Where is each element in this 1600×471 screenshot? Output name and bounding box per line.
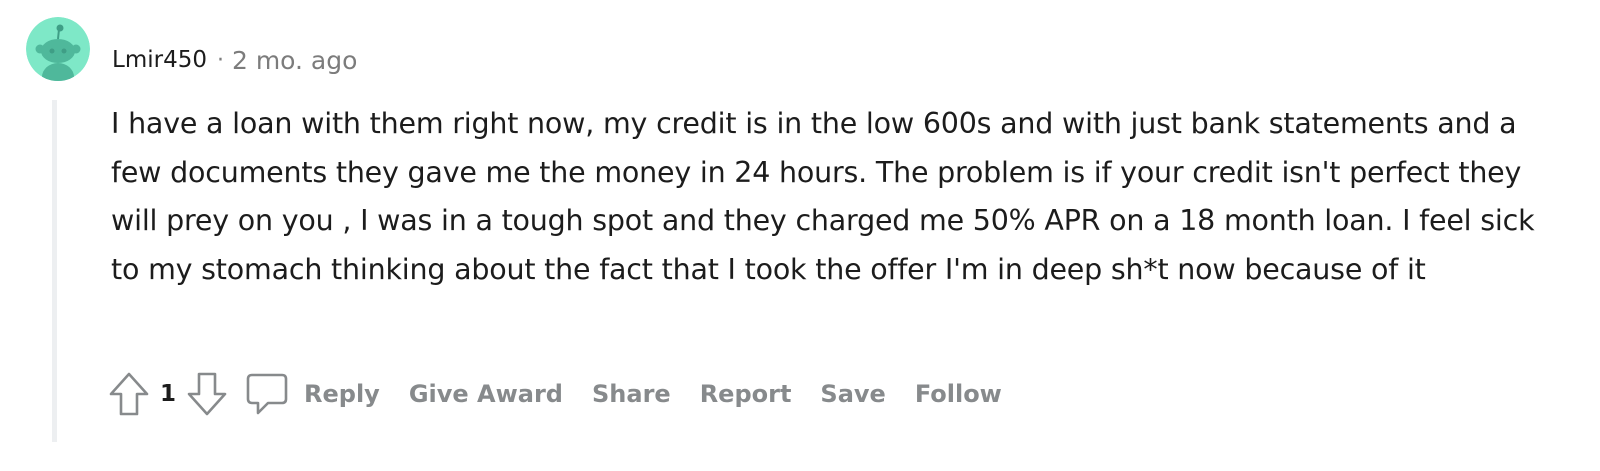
give-award-button[interactable]: Give Award: [409, 380, 563, 408]
upvote-arrow-icon: [109, 372, 149, 416]
comment-body-text: I have a loan with them right now, my cr…: [111, 107, 1535, 286]
reply-button[interactable]: Reply: [244, 371, 380, 417]
meta-separator: ·: [216, 47, 224, 73]
user-avatar[interactable]: [26, 17, 90, 81]
thread-collapse-line[interactable]: [52, 100, 57, 442]
comment: Lmir450 · 2 mo. ago I have a loan with t…: [0, 0, 1600, 471]
downvote-arrow-icon: [187, 372, 227, 416]
upvote-button[interactable]: [106, 370, 152, 418]
report-button[interactable]: Report: [700, 380, 792, 408]
comment-actions: 1 Reply Give Award Share Report Save Fol…: [106, 370, 1002, 418]
comment-author[interactable]: Lmir450: [112, 47, 207, 73]
downvote-button[interactable]: [184, 370, 230, 418]
vote-score: 1: [160, 381, 177, 407]
comment-timestamp[interactable]: 2 mo. ago: [232, 46, 357, 75]
follow-button[interactable]: Follow: [915, 380, 1002, 408]
snoo-avatar-icon: [26, 17, 90, 81]
speech-bubble-icon: [244, 371, 290, 417]
share-button[interactable]: Share: [592, 380, 671, 408]
comment-meta: Lmir450 · 2 mo. ago: [112, 42, 357, 78]
comment-body: I have a loan with them right now, my cr…: [111, 100, 1541, 294]
reply-label: Reply: [304, 380, 380, 408]
save-button[interactable]: Save: [820, 380, 885, 408]
